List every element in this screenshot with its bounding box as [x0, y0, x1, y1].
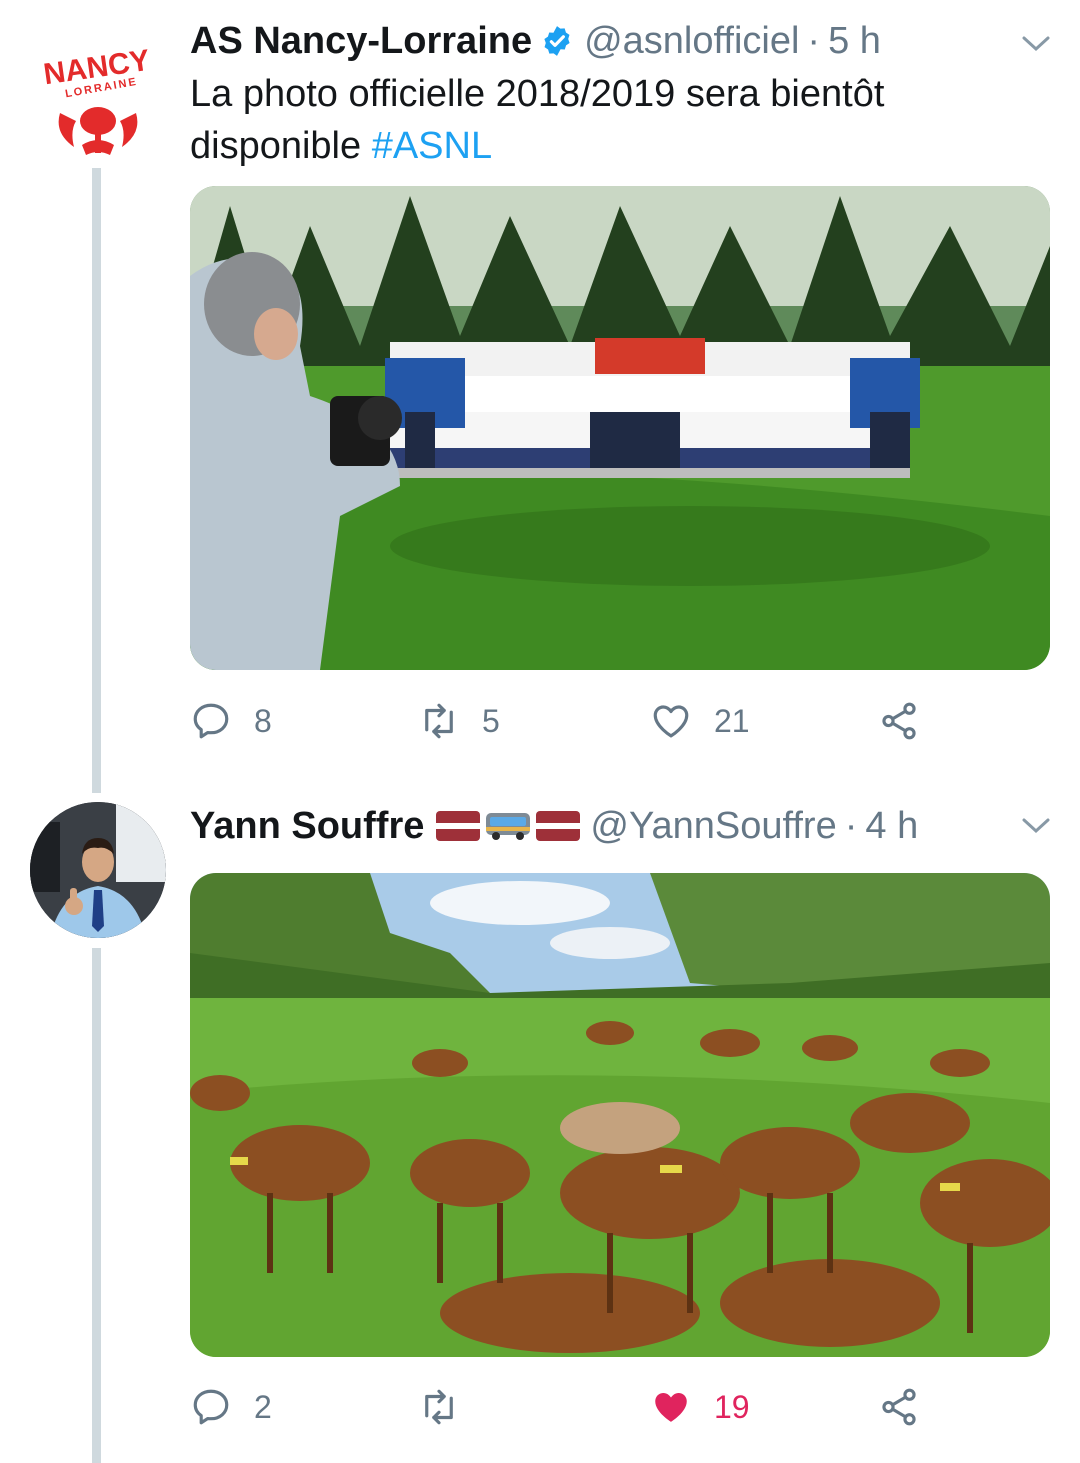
reply-count: 2	[254, 1388, 272, 1425]
hashtag-link[interactable]: #ASNL	[372, 125, 492, 167]
tweet-text: La photo officielle 2018/2019 sera bient…	[190, 68, 1030, 172]
tweet-media-goats[interactable]	[190, 873, 1050, 1357]
like-button[interactable]: 19	[650, 1382, 750, 1432]
thread-line	[92, 168, 101, 793]
retweet-icon	[425, 703, 453, 739]
tweet-actions: 8 5 21	[190, 696, 950, 746]
handle[interactable]: @YannSouffre	[590, 805, 836, 848]
asnl-logo-icon: NANCY LORRAINE	[42, 44, 152, 155]
retweet-count: 5	[482, 702, 500, 739]
reply-count: 8	[254, 702, 272, 739]
reply-button[interactable]: 2	[190, 1382, 272, 1432]
reply-icon	[193, 1389, 229, 1425]
latvia-flag-icon	[436, 811, 481, 841]
retweet-button[interactable]: 5	[418, 696, 500, 746]
display-name[interactable]: Yann Souffre	[190, 805, 424, 848]
reply-button[interactable]: 8	[190, 696, 272, 746]
reply-icon	[193, 703, 229, 739]
tweet-header: Yann Souffre @YannSouffre · 4 h	[190, 803, 918, 849]
avatar-yann[interactable]	[30, 802, 166, 938]
display-name[interactable]: AS Nancy-Lorraine	[190, 20, 532, 63]
goats-photo-image	[190, 873, 1050, 1357]
heart-filled-icon	[655, 1393, 687, 1422]
share-icon	[882, 1388, 916, 1426]
heart-icon	[653, 705, 689, 738]
share-button[interactable]	[878, 1382, 920, 1432]
latvia-flag-icon	[536, 811, 581, 841]
team-photo-image	[190, 186, 1050, 670]
retweet-button[interactable]	[418, 1382, 482, 1432]
tweet-body: La photo officielle 2018/2019 sera bient…	[190, 73, 885, 167]
verified-badge-icon	[544, 26, 570, 56]
tweet-header: AS Nancy-Lorraine @asnlofficiel · 5 h	[190, 18, 881, 64]
share-button[interactable]	[878, 696, 920, 746]
chevron-down-icon[interactable]	[1020, 816, 1052, 836]
separator: ·	[807, 19, 821, 62]
timestamp[interactable]: 5 h	[828, 20, 881, 63]
retweet-icon	[425, 1389, 453, 1425]
tweet-media-team-photo[interactable]	[190, 186, 1050, 670]
thread-line	[92, 948, 101, 1463]
separator: ·	[844, 804, 858, 847]
timestamp[interactable]: 4 h	[865, 805, 918, 848]
chevron-down-icon[interactable]	[1020, 34, 1052, 54]
like-button[interactable]: 21	[650, 696, 750, 746]
share-icon	[882, 702, 916, 740]
handle[interactable]: @asnlofficiel	[584, 20, 799, 63]
avatar-asnl[interactable]: NANCY LORRAINE	[30, 25, 166, 161]
like-count: 21	[714, 702, 750, 739]
bus-icon	[486, 813, 531, 840]
tweet-actions: 2 19	[190, 1382, 950, 1432]
user-photo-icon	[30, 802, 166, 938]
like-count: 19	[714, 1388, 750, 1425]
